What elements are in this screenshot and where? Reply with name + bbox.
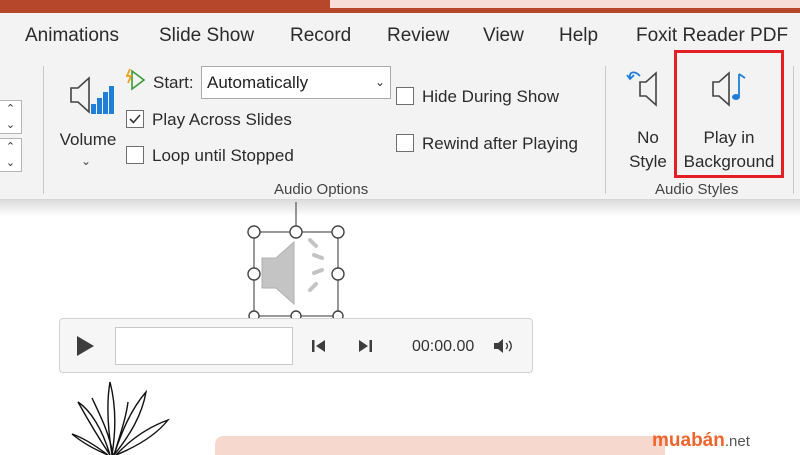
title-bar [0,0,800,13]
loop-until-stopped-label[interactable]: Loop until Stopped [152,146,294,166]
tab-help[interactable]: Help [559,25,598,47]
audio-styles-group-label: Audio Styles [655,181,739,198]
spin-up-icon[interactable]: ⌃ [0,101,21,117]
tab-review[interactable]: Review [387,25,449,47]
spin-control-lower[interactable]: ⌃ ⌄ [0,138,22,172]
tab-record[interactable]: Record [290,25,351,47]
audio-options-group-label: Audio Options [274,181,369,198]
audio-object-speaker-icon[interactable] [242,200,352,320]
volume-icon[interactable] [492,336,516,356]
tab-foxit-reader-pdf[interactable]: Foxit Reader PDF [636,25,788,47]
start-trigger-icon [126,68,146,91]
play-across-slides-checkbox[interactable] [126,110,144,128]
no-style-label-line2: Style [629,152,667,171]
tab-view[interactable]: View [483,25,524,47]
no-style-label-line1: No [637,128,659,147]
hide-during-show-label[interactable]: Hide During Show [422,87,559,107]
tab-slide-show[interactable]: Slide Show [159,25,254,47]
spin-control-upper[interactable]: ⌃ ⌄ [0,100,22,134]
playback-time: 00:00.00 [412,338,475,355]
group-separator [605,66,606,194]
brush-stroke-decoration [215,436,665,455]
play-across-slides-label[interactable]: Play Across Slides [152,110,292,130]
flower-sketch-image [71,381,171,455]
playback-progress-bar[interactable] [115,327,293,365]
rewind-after-playing-label[interactable]: Rewind after Playing [422,134,578,154]
tab-animations[interactable]: Animations [25,25,119,47]
spin-down-icon[interactable]: ⌄ [0,155,21,171]
watermark-tld: .net [724,433,750,450]
loop-until-stopped-checkbox[interactable] [126,146,144,164]
watermark-brand: muabán [652,430,725,451]
group-separator [43,66,44,194]
title-bar-highlight [330,0,800,8]
start-dropdown[interactable]: Automatically ⌄ [201,66,391,99]
play-icon[interactable] [74,334,96,358]
audio-player-bar: 00:00.00 [59,318,533,373]
start-dropdown-value: Automatically [207,73,309,92]
spin-down-icon[interactable]: ⌄ [0,117,21,133]
speaker-reset-icon [626,71,657,107]
volume-label: Volume [59,130,117,149]
highlight-box [674,50,784,178]
skip-back-icon[interactable] [310,337,328,355]
rewind-after-playing-checkbox[interactable] [396,134,414,152]
chevron-down-icon[interactable]: ⌄ [370,67,390,98]
watermark-logo: muabán.net [652,430,750,452]
skip-forward-icon[interactable] [356,337,374,355]
ribbon-shadow [0,200,800,216]
chevron-down-icon: ⌄ [81,154,92,168]
checkmark-icon [129,114,141,124]
hide-during-show-checkbox[interactable] [396,87,414,105]
start-label: Start: [153,73,194,92]
group-separator [793,66,794,194]
spin-up-icon[interactable]: ⌃ [0,139,21,155]
volume-button[interactable]: Volume ⌄ [55,70,121,170]
no-style-button[interactable]: No Style [620,66,676,176]
speaker-volume-bars-icon [70,76,114,114]
